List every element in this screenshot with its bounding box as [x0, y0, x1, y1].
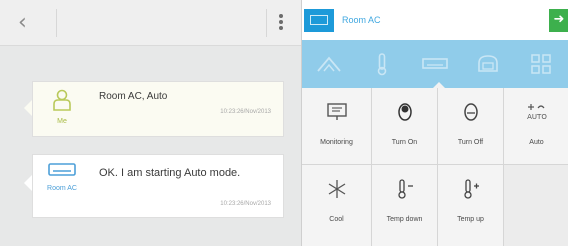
temp-up-button[interactable]: Temp up [438, 165, 503, 246]
more-vertical-icon [279, 14, 283, 18]
message-timestamp: 10:23:26/Nov/2013 [220, 201, 271, 207]
empty-cell [504, 165, 568, 246]
device-tabs [302, 40, 568, 88]
turn-on-button[interactable]: Turn On [372, 88, 437, 164]
tab-aircon[interactable] [408, 40, 461, 88]
robot-cleaner-icon [316, 56, 341, 72]
button-label: Temp up [457, 216, 484, 223]
toolbar-divider [266, 9, 267, 37]
tab-robot[interactable] [461, 40, 514, 88]
grid-icon [530, 54, 551, 74]
send-button[interactable]: ➜ [549, 9, 568, 32]
auto-icon: AUTO [527, 104, 547, 121]
sender-label: Me [57, 118, 67, 125]
button-label: Auto [529, 139, 544, 146]
chat-message-device: Room AC OK. I am starting Auto mode. 10:… [24, 154, 284, 218]
back-button[interactable]: ‹ [18, 10, 40, 36]
more-options-button[interactable] [277, 12, 285, 34]
message-timestamp: 10:23:26/Nov/2013 [220, 109, 271, 115]
tab-thermometer[interactable] [355, 40, 408, 88]
message-text: OK. I am starting Auto mode. [99, 167, 241, 179]
chat-message-user: Me Room AC, Auto 10:23:26/Nov/2013 [24, 81, 284, 137]
auto-button[interactable]: AUTO Auto [504, 88, 568, 164]
temp-down-icon [397, 179, 413, 199]
person-icon [53, 89, 71, 111]
device-header: Room AC ➜ [302, 0, 568, 40]
chat-toolbar: ‹ [0, 0, 301, 46]
control-pane: Room AC ➜ Monitoring Turn On Turn Off AU… [301, 0, 568, 246]
button-label: Cool [329, 216, 344, 223]
air-conditioner-icon [421, 58, 448, 69]
app-window: ‹ Me Room AC, Auto 10:23:26/Nov/2013 Roo… [0, 0, 568, 246]
button-label: Turn Off [457, 139, 484, 146]
toolbar-divider [56, 9, 57, 37]
power-off-icon [463, 103, 478, 121]
device-avatar: Room AC [41, 161, 83, 193]
chat-pane: ‹ Me Room AC, Auto 10:23:26/Nov/2013 Roo… [0, 0, 301, 246]
chevron-left-icon: ‹ [18, 10, 27, 35]
monitoring-button[interactable]: Monitoring [302, 88, 371, 164]
tab-grid[interactable] [514, 40, 567, 88]
tab-cleaner[interactable] [302, 40, 355, 88]
sender-label: Room AC [47, 185, 77, 192]
temp-down-button[interactable]: Temp down [372, 165, 437, 246]
button-label: Monitoring [320, 139, 353, 146]
device-name: Room AC [342, 15, 381, 25]
arrow-right-icon: ➜ [553, 12, 565, 27]
cool-button[interactable]: Cool [302, 165, 371, 246]
air-conditioner-icon [310, 15, 328, 25]
button-label: Temp down [386, 216, 423, 223]
device-selector[interactable] [304, 9, 334, 32]
monitor-icon [326, 103, 347, 120]
user-avatar: Me [41, 88, 83, 126]
snowflake-icon [328, 180, 345, 198]
thermometer-icon [377, 53, 386, 76]
temp-up-icon [463, 179, 479, 199]
air-conditioner-icon [48, 163, 76, 176]
robot-icon [477, 55, 498, 72]
svg-text:AUTO: AUTO [527, 113, 547, 121]
command-grid: Monitoring Turn On Turn Off AUTO Auto Co… [302, 88, 568, 246]
button-label: Turn On [391, 139, 418, 146]
turn-off-button[interactable]: Turn Off [438, 88, 503, 164]
message-text: Room AC, Auto [99, 91, 168, 102]
power-on-icon [397, 103, 412, 121]
